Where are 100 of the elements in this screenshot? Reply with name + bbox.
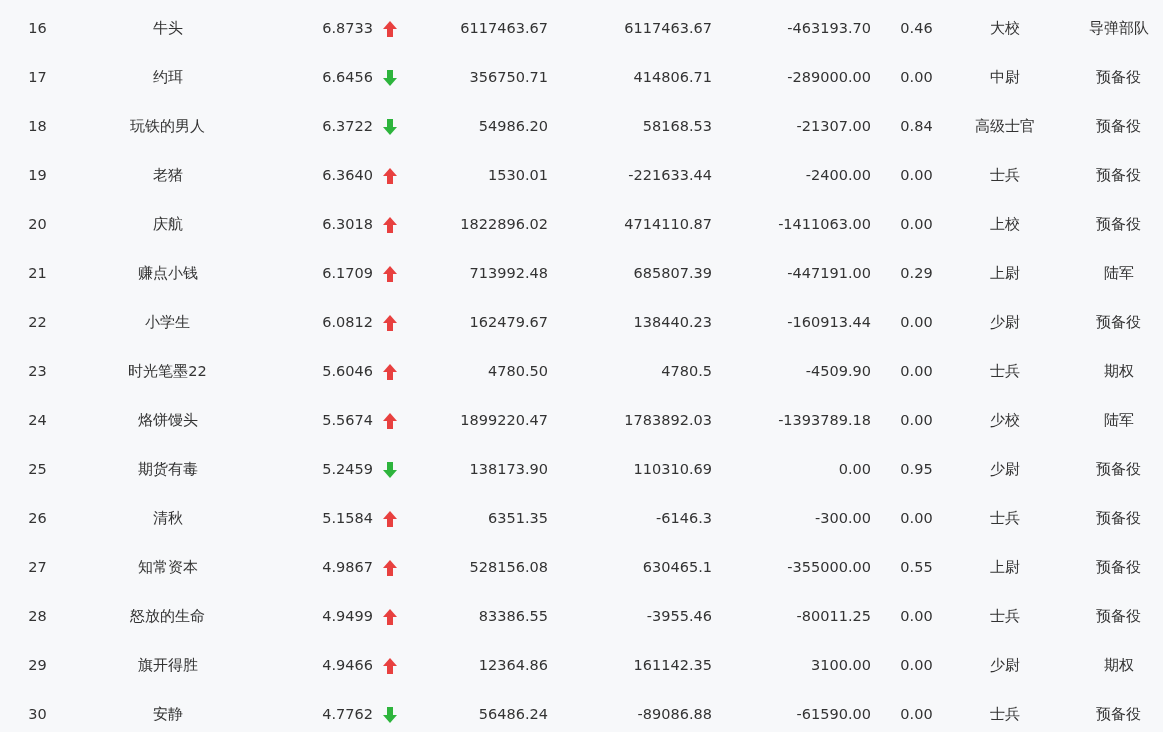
amount-value: 4780.50 (488, 362, 548, 379)
ratio-value: 0.00 (900, 607, 933, 624)
rank-title: 少校 (990, 411, 1020, 428)
rank-number: 17 (28, 68, 47, 85)
amount-value: 630465.1 (642, 558, 712, 575)
rank-title: 上校 (990, 215, 1020, 232)
amount-value: 414806.71 (633, 68, 712, 85)
score-value: 5.6046 (322, 361, 373, 381)
ratio-value: 0.00 (900, 362, 933, 379)
amount-value: 4714110.87 (624, 215, 712, 232)
score-value: 6.3640 (322, 165, 373, 185)
rank-title: 上尉 (990, 264, 1020, 281)
player-name: 玩铁的男人 (130, 117, 205, 134)
ratio-value: 0.84 (900, 117, 933, 134)
unit-label: 预备役 (1096, 215, 1141, 232)
player-name: 约珥 (152, 68, 183, 85)
player-name: 安静 (152, 705, 183, 722)
player-name: 清秋 (152, 509, 183, 526)
player-name: 牛头 (152, 19, 183, 36)
score-value: 6.3018 (322, 214, 373, 234)
rank-number: 16 (28, 19, 47, 36)
ratio-value: 0.00 (900, 68, 933, 85)
amount-value: -1393789.18 (778, 411, 871, 428)
player-name: 时光笔墨22 (128, 362, 207, 379)
score-value: 4.9867 (322, 557, 373, 577)
amount-value: 6351.35 (488, 509, 548, 526)
unit-label: 预备役 (1096, 166, 1141, 183)
player-name: 烙饼馒头 (137, 411, 198, 428)
amount-value: -2400.00 (805, 166, 871, 183)
amount-value: 685807.39 (633, 264, 712, 281)
amount-value: 54986.20 (478, 117, 548, 134)
ratio-value: 0.00 (900, 411, 933, 428)
score-value: 4.7762 (322, 704, 373, 724)
amount-value: -80011.25 (796, 607, 871, 624)
amount-value: 6117463.67 (460, 19, 548, 36)
player-name: 庆航 (152, 215, 183, 232)
amount-value: -89086.88 (637, 705, 712, 722)
rank-number: 25 (28, 460, 47, 477)
rank-number: 20 (28, 215, 47, 232)
rank-number: 27 (28, 558, 47, 575)
ratio-value: 0.00 (900, 705, 933, 722)
score-value: 5.5674 (322, 410, 373, 430)
amount-value: -300.00 (815, 509, 871, 526)
amount-value: 161142.35 (633, 656, 712, 673)
rank-number: 23 (28, 362, 47, 379)
amount-value: 6117463.67 (624, 19, 712, 36)
amount-value: 138440.23 (633, 313, 712, 330)
unit-label: 预备役 (1096, 68, 1141, 85)
player-name: 赚点小钱 (137, 264, 198, 281)
amount-value: 12364.86 (478, 656, 548, 673)
unit-label: 预备役 (1096, 558, 1141, 575)
score-value: 5.2459 (322, 459, 373, 479)
rank-title: 士兵 (990, 362, 1020, 379)
unit-label: 期权 (1103, 656, 1134, 673)
score-value: 6.8733 (322, 18, 373, 38)
unit-label: 期权 (1103, 362, 1134, 379)
player-name: 旗开得胜 (137, 656, 198, 673)
rank-title: 大校 (990, 19, 1020, 36)
score-value: 5.1584 (322, 508, 373, 528)
amount-value: 0.00 (838, 460, 871, 477)
ratio-value: 0.55 (900, 558, 933, 575)
unit-label: 预备役 (1096, 705, 1141, 722)
player-name: 怒放的生命 (130, 607, 205, 624)
ratio-value: 0.00 (900, 313, 933, 330)
rank-number: 22 (28, 313, 47, 330)
ratio-value: 0.46 (900, 19, 933, 36)
amount-value: 3100.00 (811, 656, 871, 673)
rank-title: 士兵 (990, 166, 1020, 183)
score-value: 6.0812 (322, 312, 373, 332)
ratio-value: 0.29 (900, 264, 933, 281)
unit-label: 预备役 (1096, 460, 1141, 477)
rank-number: 18 (28, 117, 47, 134)
ratio-value: 0.00 (900, 509, 933, 526)
unit-label: 陆军 (1103, 411, 1134, 428)
rank-number: 26 (28, 509, 47, 526)
player-name: 小学生 (145, 313, 190, 330)
rank-number: 19 (28, 166, 47, 183)
amount-value: -61590.00 (796, 705, 871, 722)
amount-value: 56486.24 (478, 705, 548, 722)
amount-value: 110310.69 (633, 460, 712, 477)
unit-label: 预备役 (1096, 509, 1141, 526)
ratio-value: 0.00 (900, 215, 933, 232)
rank-title: 士兵 (990, 607, 1020, 624)
rank-number: 29 (28, 656, 47, 673)
amount-value: 83386.55 (478, 607, 548, 624)
amount-value: 4780.5 (661, 362, 712, 379)
unit-label: 导弹部队 (1088, 19, 1149, 36)
rank-number: 24 (28, 411, 47, 428)
ratio-value: 0.00 (900, 166, 933, 183)
amount-value: 138173.90 (469, 460, 548, 477)
amount-value: 528156.08 (469, 558, 548, 575)
score-value: 6.6456 (322, 67, 373, 87)
ratio-value: 0.95 (900, 460, 933, 477)
rank-title: 少尉 (990, 313, 1020, 330)
score-value: 4.9466 (322, 655, 373, 675)
amount-value: -221633.44 (628, 166, 712, 183)
rank-number: 30 (28, 705, 47, 722)
amount-value: 713992.48 (469, 264, 548, 281)
player-name: 期货有毒 (137, 460, 198, 477)
player-name: 知常资本 (137, 558, 198, 575)
